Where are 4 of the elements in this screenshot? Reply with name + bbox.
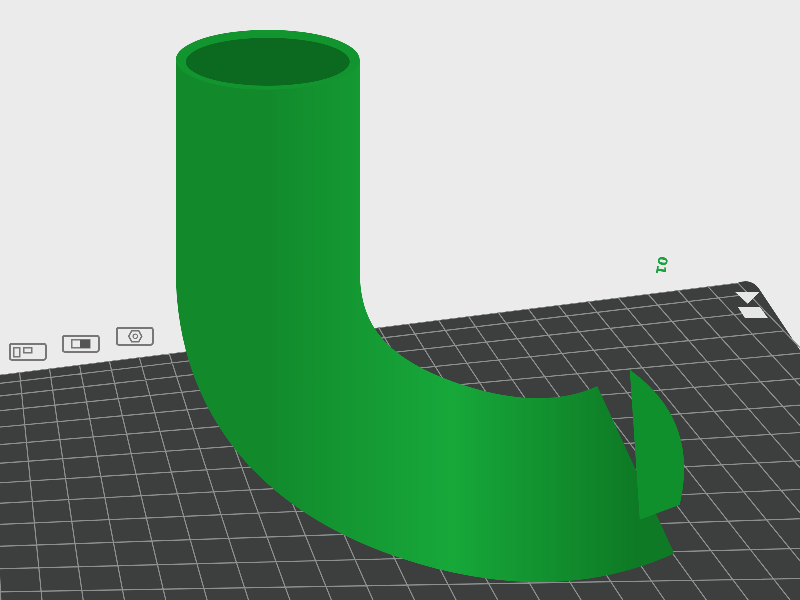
layout-icon[interactable] [9, 343, 47, 361]
toggle-icon[interactable] [62, 335, 100, 353]
hexagon-nut-icon[interactable] [116, 327, 154, 346]
plate-label: 01 [653, 255, 670, 276]
